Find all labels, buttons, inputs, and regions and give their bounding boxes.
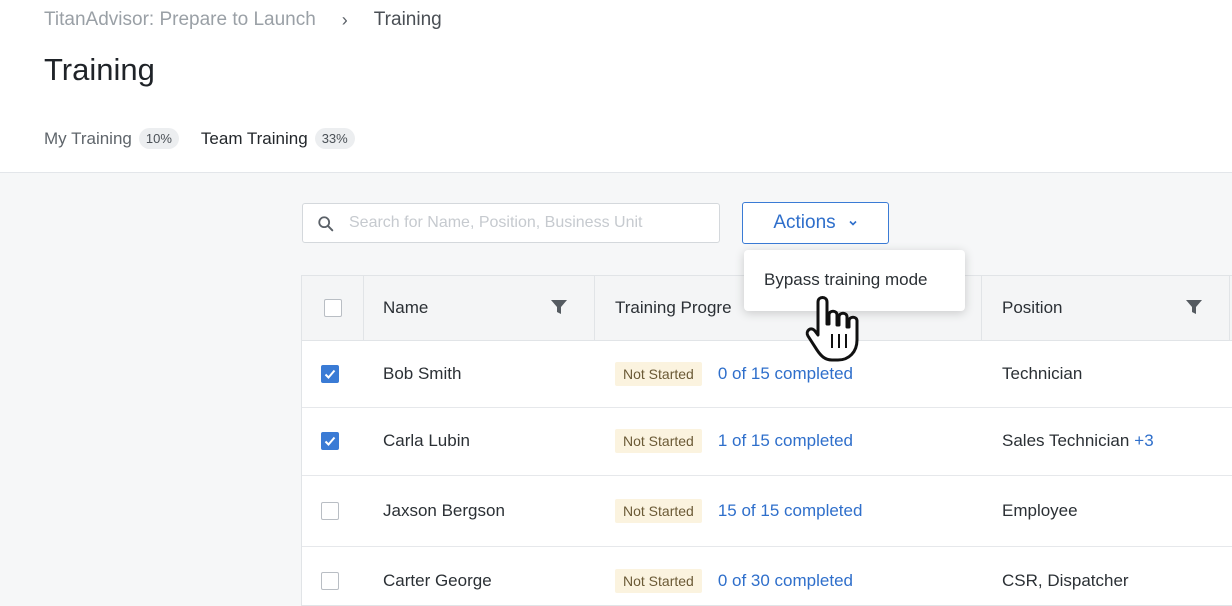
column-divider bbox=[363, 276, 364, 340]
progress-link[interactable]: 0 of 30 completed bbox=[718, 571, 853, 591]
row-select-cell bbox=[321, 340, 339, 407]
breadcrumb-separator: › bbox=[341, 9, 348, 30]
header-select-cell bbox=[302, 276, 363, 340]
tab-progress-badge: 33% bbox=[314, 128, 355, 149]
column-header-training-progress[interactable]: Training Progre bbox=[615, 276, 732, 340]
progress-cell: Not Started 0 of 30 completed bbox=[615, 546, 853, 605]
position-cell: CSR, Dispatcher bbox=[1002, 546, 1129, 605]
search-box[interactable] bbox=[302, 203, 720, 243]
hand-pointer-cursor-icon bbox=[805, 296, 859, 362]
progress-link[interactable]: 15 of 15 completed bbox=[718, 501, 863, 521]
breadcrumb-parent-link[interactable]: TitanAdvisor: Prepare to Launch bbox=[44, 9, 316, 31]
table-row[interactable]: Bob Smith Not Started 0 of 15 completed … bbox=[302, 340, 1232, 408]
filter-icon[interactable] bbox=[1185, 298, 1203, 316]
row-checkbox[interactable] bbox=[321, 572, 339, 590]
tab-label: Team Training bbox=[200, 128, 308, 148]
position-text: Technician bbox=[1002, 363, 1083, 383]
row-select-cell bbox=[321, 475, 339, 546]
search-icon bbox=[318, 216, 334, 232]
table-row[interactable]: Carla Lubin Not Started 1 of 15 complete… bbox=[302, 407, 1232, 476]
breadcrumb-current: Training bbox=[373, 9, 442, 30]
select-all-checkbox[interactable] bbox=[323, 299, 342, 317]
status-badge: Not Started bbox=[615, 429, 702, 453]
table-row[interactable]: Jaxson Bergson Not Started 15 of 15 comp… bbox=[302, 475, 1232, 547]
row-checkbox[interactable] bbox=[321, 364, 339, 383]
status-badge: Not Started bbox=[615, 569, 702, 593]
tab-my-training[interactable]: My Training 10% bbox=[44, 128, 179, 164]
row-checkbox[interactable] bbox=[321, 501, 339, 520]
row-select-cell bbox=[321, 407, 339, 475]
progress-link[interactable]: 1 of 15 completed bbox=[718, 431, 853, 451]
position-more-link[interactable]: +3 bbox=[1134, 431, 1153, 451]
breadcrumb: TitanAdvisor: Prepare to Launch › Traini… bbox=[44, 9, 442, 31]
position-cell: Employee bbox=[1002, 475, 1078, 546]
position-text: CSR, Dispatcher bbox=[1002, 571, 1129, 590]
position-cell: Sales Technician +3 bbox=[1002, 407, 1154, 475]
team-training-table: Name Training Progre Position Bob Smith … bbox=[301, 275, 1232, 606]
actions-button-label: Actions bbox=[773, 212, 836, 233]
column-divider bbox=[981, 276, 982, 340]
tab-progress-badge: 10% bbox=[138, 128, 179, 149]
column-header-name[interactable]: Name bbox=[383, 276, 428, 340]
header-area: TitanAdvisor: Prepare to Launch › Traini… bbox=[0, 0, 1232, 179]
name-cell: Jaxson Bergson bbox=[383, 500, 505, 520]
row-select-cell bbox=[321, 546, 339, 605]
checkmark-icon bbox=[324, 436, 336, 446]
position-text: Employee bbox=[1002, 500, 1078, 520]
column-divider bbox=[1229, 276, 1230, 340]
checkmark-icon bbox=[324, 369, 336, 379]
status-badge: Not Started bbox=[615, 498, 702, 523]
tab-team-training[interactable]: Team Training 33% bbox=[199, 128, 356, 179]
actions-button[interactable]: Actions bbox=[742, 202, 889, 244]
row-checkbox[interactable] bbox=[321, 432, 339, 450]
tab-label: My Training bbox=[44, 128, 132, 148]
filter-icon[interactable] bbox=[550, 298, 568, 316]
menu-item-bypass-training-mode[interactable]: Bypass training mode bbox=[764, 270, 927, 290]
name-cell: Carter George bbox=[383, 571, 492, 590]
position-cell: Technician bbox=[1002, 340, 1082, 407]
table-row[interactable]: Carter George Not Started 0 of 30 comple… bbox=[302, 546, 1232, 605]
tab-bar: My Training 10% Team Training 33% bbox=[44, 128, 356, 179]
name-cell: Carla Lubin bbox=[383, 431, 470, 450]
column-divider bbox=[594, 276, 595, 340]
progress-cell: Not Started 1 of 15 completed bbox=[615, 407, 853, 475]
search-input[interactable] bbox=[349, 204, 709, 242]
position-text: Sales Technician bbox=[1002, 431, 1130, 450]
name-cell: Bob Smith bbox=[383, 363, 462, 383]
page-title: Training bbox=[44, 52, 155, 87]
chevron-down-icon bbox=[849, 220, 857, 226]
status-badge: Not Started bbox=[615, 361, 702, 386]
progress-link[interactable]: 0 of 15 completed bbox=[718, 364, 853, 384]
column-header-position[interactable]: Position bbox=[1002, 276, 1062, 340]
progress-cell: Not Started 15 of 15 completed bbox=[615, 475, 862, 546]
